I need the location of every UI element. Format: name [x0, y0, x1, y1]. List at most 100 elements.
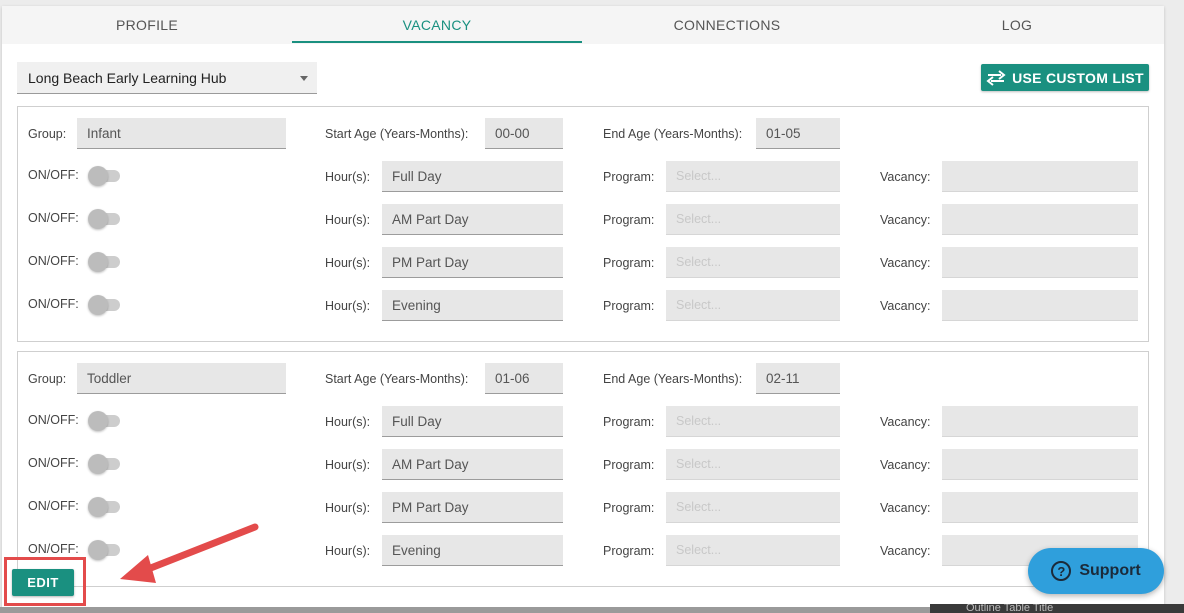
toggle-thumb	[88, 252, 108, 272]
on-off-toggle[interactable]	[88, 411, 122, 431]
end-age-field[interactable]: 02-11	[756, 363, 840, 394]
program-select[interactable]: Select...	[666, 161, 840, 192]
vacancy-input[interactable]	[942, 449, 1138, 480]
hours-field[interactable]: AM Part Day	[382, 449, 563, 480]
hours-field[interactable]: AM Part Day	[382, 204, 563, 235]
bottom-dark-strip: Outline Table Title	[930, 604, 1184, 613]
vacancy-label: Vacancy:	[880, 213, 931, 227]
hours-label: Hour(s):	[325, 213, 371, 227]
hours-label: Hour(s):	[325, 170, 371, 184]
tab-profile[interactable]: PROFILE	[2, 6, 292, 44]
vacancy-label: Vacancy:	[880, 170, 931, 184]
program-select[interactable]: Select...	[666, 406, 840, 437]
program-label: Program:	[603, 415, 655, 429]
hours-label: Hour(s):	[325, 544, 371, 558]
edit-button[interactable]: EDIT	[12, 569, 74, 596]
age-group-box: Group: Infant Start Age (Years-Months): 00-…	[17, 106, 1149, 342]
hours-field[interactable]: Full Day	[382, 406, 563, 437]
on-off-label: ON/OFF:	[28, 211, 79, 225]
on-off-label: ON/OFF:	[28, 297, 79, 311]
use-custom-list-button[interactable]: USE CUSTOM LIST	[981, 64, 1149, 91]
program-label: Program:	[603, 544, 655, 558]
support-button[interactable]: ? Support	[1028, 548, 1164, 594]
on-off-toggle[interactable]	[88, 166, 122, 186]
tab-connections[interactable]: CONNECTIONS	[582, 6, 872, 44]
swap-arrows-icon	[986, 69, 1006, 86]
on-off-toggle[interactable]	[88, 497, 122, 517]
vacancy-label: Vacancy:	[880, 458, 931, 472]
group-label: Group:	[28, 372, 67, 386]
bottom-text: Outline Table Title	[966, 604, 1054, 613]
on-off-toggle[interactable]	[88, 252, 122, 272]
hours-field[interactable]: Evening	[382, 535, 563, 566]
vacancy-label: Vacancy:	[880, 501, 931, 515]
hours-field[interactable]: PM Part Day	[382, 247, 563, 278]
toggle-thumb	[88, 454, 108, 474]
start-age-label: Start Age (Years-Months):	[325, 127, 469, 141]
program-select[interactable]: Select...	[666, 247, 840, 278]
end-age-label: End Age (Years-Months):	[603, 372, 743, 386]
vacancy-input[interactable]	[942, 204, 1138, 235]
vacancy-label: Vacancy:	[880, 415, 931, 429]
hours-label: Hour(s):	[325, 501, 371, 515]
on-off-label: ON/OFF:	[28, 413, 79, 427]
on-off-toggle[interactable]	[88, 454, 122, 474]
help-circle-icon: ?	[1051, 561, 1072, 581]
program-label: Program:	[603, 501, 655, 515]
on-off-label: ON/OFF:	[28, 542, 79, 556]
on-off-label: ON/OFF:	[28, 254, 79, 268]
program-select[interactable]: Select...	[666, 449, 840, 480]
group-label: Group:	[28, 127, 67, 141]
support-label: Support	[1079, 562, 1141, 579]
program-label: Program:	[603, 299, 655, 313]
vacancy-label: Vacancy:	[880, 299, 931, 313]
on-off-toggle[interactable]	[88, 209, 122, 229]
toggle-thumb	[88, 209, 108, 229]
program-label: Program:	[603, 256, 655, 270]
tab-log[interactable]: LOG	[872, 6, 1162, 44]
tab-vacancy[interactable]: VACANCY	[292, 6, 582, 44]
toggle-thumb	[88, 497, 108, 517]
site-select-value: Long Beach Early Learning Hub	[28, 70, 227, 86]
group-name-field[interactable]: Infant	[77, 118, 286, 149]
site-select[interactable]: Long Beach Early Learning Hub	[17, 62, 317, 94]
hours-label: Hour(s):	[325, 299, 371, 313]
toggle-thumb	[88, 295, 108, 315]
chevron-down-icon	[300, 76, 308, 81]
hours-label: Hour(s):	[325, 415, 371, 429]
hours-label: Hour(s):	[325, 256, 371, 270]
vacancy-label: Vacancy:	[880, 544, 931, 558]
program-label: Program:	[603, 170, 655, 184]
program-select[interactable]: Select...	[666, 290, 840, 321]
tab-bar: PROFILE VACANCY CONNECTIONS LOG	[2, 6, 1164, 44]
program-select[interactable]: Select...	[666, 204, 840, 235]
end-age-field[interactable]: 01-05	[756, 118, 840, 149]
start-age-field[interactable]: 01-06	[485, 363, 563, 394]
start-age-field[interactable]: 00-00	[485, 118, 563, 149]
annotation-arrow-icon	[120, 523, 259, 583]
vacancy-input[interactable]	[942, 161, 1138, 192]
hours-field[interactable]: PM Part Day	[382, 492, 563, 523]
program-label: Program:	[603, 458, 655, 472]
vacancy-input[interactable]	[942, 406, 1138, 437]
on-off-toggle[interactable]	[88, 295, 122, 315]
use-custom-list-label: USE CUSTOM LIST	[1012, 69, 1144, 86]
on-off-label: ON/OFF:	[28, 456, 79, 470]
vacancy-input[interactable]	[942, 492, 1138, 523]
start-age-label: Start Age (Years-Months):	[325, 372, 469, 386]
toggle-thumb	[88, 166, 108, 186]
hours-field[interactable]: Full Day	[382, 161, 563, 192]
hours-label: Hour(s):	[325, 458, 371, 472]
group-name-field[interactable]: Toddler	[77, 363, 286, 394]
toggle-thumb	[88, 411, 108, 431]
end-age-label: End Age (Years-Months):	[603, 127, 743, 141]
program-select[interactable]: Select...	[666, 535, 840, 566]
vacancy-label: Vacancy:	[880, 256, 931, 270]
hours-field[interactable]: Evening	[382, 290, 563, 321]
vacancy-input[interactable]	[942, 290, 1138, 321]
program-select[interactable]: Select...	[666, 492, 840, 523]
active-tab-indicator	[292, 41, 582, 43]
on-off-label: ON/OFF:	[28, 499, 79, 513]
program-label: Program:	[603, 213, 655, 227]
vacancy-input[interactable]	[942, 247, 1138, 278]
